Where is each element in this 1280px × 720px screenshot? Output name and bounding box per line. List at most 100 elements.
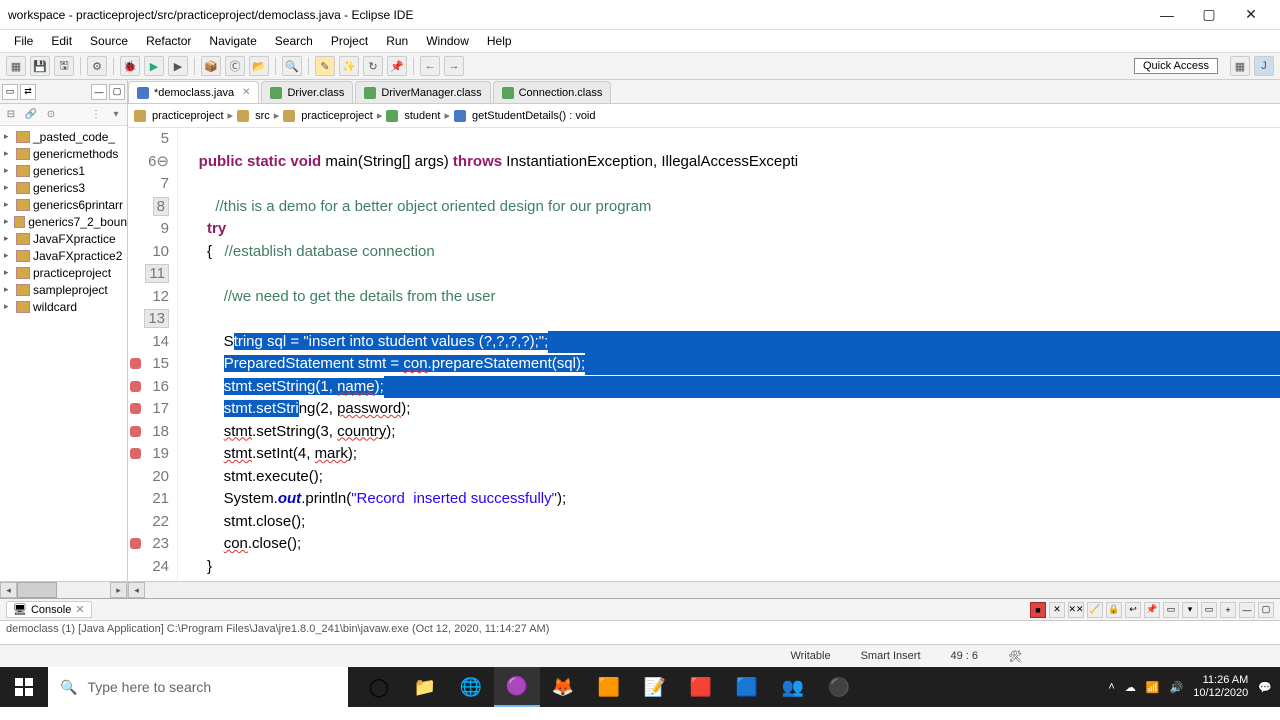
menu-project[interactable]: Project: [323, 32, 376, 50]
xampp-icon[interactable]: 🟧: [586, 667, 632, 707]
tree-item[interactable]: ▸JavaFXpractice2: [0, 247, 127, 264]
teams-icon[interactable]: 👥: [770, 667, 816, 707]
close-icon[interactable]: ✕: [75, 603, 84, 616]
menu-window[interactable]: Window: [418, 32, 477, 50]
system-tray[interactable]: ˄ ☁ 📶 🔊 11:26 AM 10/12/2020 💬: [1108, 674, 1280, 700]
code-line[interactable]: public static void main(String[] args) t…: [178, 151, 1280, 174]
eclipse-icon[interactable]: 🟣: [494, 667, 540, 707]
editor-tab[interactable]: Driver.class: [261, 81, 353, 103]
menu-run[interactable]: Run: [378, 32, 416, 50]
menu-help[interactable]: Help: [479, 32, 520, 50]
tree-item[interactable]: ▸_pasted_code_: [0, 128, 127, 145]
maximize-button[interactable]: ▢: [1188, 5, 1230, 25]
minimize-button[interactable]: —: [1146, 5, 1188, 25]
pin-button[interactable]: 📌: [387, 56, 407, 76]
clock[interactable]: 11:26 AM 10/12/2020: [1193, 674, 1248, 700]
build-button[interactable]: ⚙: [87, 56, 107, 76]
cortana-icon[interactable]: ◯: [356, 667, 402, 707]
code-line[interactable]: String sql = "insert into student values…: [178, 331, 1280, 354]
clear-console-button[interactable]: 🧹: [1087, 602, 1103, 618]
tree-item[interactable]: ▸wildcard: [0, 298, 127, 315]
breadcrumb-item[interactable]: src: [255, 110, 270, 122]
pe-link-icon[interactable]: ⇄: [20, 84, 36, 100]
code-line[interactable]: con.close();: [178, 533, 1280, 556]
save-all-button[interactable]: 🖫: [54, 56, 74, 76]
open-console-button[interactable]: ▾: [1182, 602, 1198, 618]
focus-icon[interactable]: ⊙: [42, 107, 60, 123]
tree-item[interactable]: ▸sampleproject: [0, 281, 127, 298]
close-button[interactable]: ✕: [1230, 5, 1272, 25]
terminate-button[interactable]: ■: [1030, 602, 1046, 618]
display-button[interactable]: ▭: [1163, 602, 1179, 618]
refresh-button[interactable]: ↻: [363, 56, 383, 76]
coverage-button[interactable]: ▶: [168, 56, 188, 76]
editor-tab[interactable]: Connection.class: [493, 81, 612, 103]
code-line[interactable]: stmt.setString(1, name);: [178, 376, 1280, 399]
onedrive-icon[interactable]: ☁: [1125, 681, 1136, 694]
start-button[interactable]: [0, 667, 48, 707]
tree-item[interactable]: ▸generics1: [0, 162, 127, 179]
breadcrumb-item[interactable]: getStudentDetails() : void: [472, 110, 596, 122]
min-button[interactable]: —: [1239, 602, 1255, 618]
code-editor[interactable]: 56⊖789101112131415161718192021222324 pub…: [128, 128, 1280, 581]
close-icon[interactable]: ✕: [242, 87, 250, 98]
tree-item[interactable]: ▸generics6printarr: [0, 196, 127, 213]
link-editor-icon[interactable]: 🔗: [22, 107, 40, 123]
filters-icon[interactable]: ⋮: [87, 107, 105, 123]
tree-item[interactable]: ▸genericmethods: [0, 145, 127, 162]
menu-icon[interactable]: ▾: [107, 107, 125, 123]
explorer-icon[interactable]: 📁: [402, 667, 448, 707]
code-line[interactable]: { //establish database connection: [178, 241, 1280, 264]
notepad-icon[interactable]: 📝: [632, 667, 678, 707]
word-wrap-button[interactable]: ↩: [1125, 602, 1141, 618]
open-type-button[interactable]: 📂: [249, 56, 269, 76]
tree-item[interactable]: ▸JavaFXpractice: [0, 230, 127, 247]
java-perspective-button[interactable]: J: [1254, 56, 1274, 76]
code-line[interactable]: stmt.setString(2, password);: [178, 398, 1280, 421]
tray-up-icon[interactable]: ˄: [1108, 681, 1114, 693]
code-line[interactable]: try: [178, 218, 1280, 241]
wand-button[interactable]: ✨: [339, 56, 359, 76]
editor-tab[interactable]: DriverManager.class: [355, 81, 490, 103]
new-button[interactable]: ▦: [6, 56, 26, 76]
pe-max-icon[interactable]: ▢: [109, 84, 125, 100]
tree-item[interactable]: ▸practiceproject: [0, 264, 127, 281]
run-button[interactable]: ▶: [144, 56, 164, 76]
editor-tab[interactable]: *democlass.java✕: [128, 81, 259, 103]
breadcrumb-item[interactable]: practiceproject: [152, 110, 224, 122]
code-line[interactable]: stmt.execute();: [178, 466, 1280, 489]
max-button[interactable]: ▢: [1258, 602, 1274, 618]
menu-edit[interactable]: Edit: [43, 32, 80, 50]
forward-button[interactable]: →: [444, 56, 464, 76]
notifications-icon[interactable]: 💬: [1258, 681, 1272, 694]
open-perspective-button[interactable]: ▦: [1230, 56, 1250, 76]
menu-search[interactable]: Search: [267, 32, 321, 50]
volume-icon[interactable]: 🔊: [1170, 681, 1184, 694]
scroll-lock-button[interactable]: 🔒: [1106, 602, 1122, 618]
editor-h-scrollbar[interactable]: ◂ ▸: [128, 581, 1280, 598]
new-console-button[interactable]: +: [1220, 602, 1236, 618]
pe-h-scrollbar[interactable]: ◂ ▸: [0, 581, 127, 598]
toggle-mark-button[interactable]: ✎: [315, 56, 335, 76]
new-class-button[interactable]: Ⓒ: [225, 56, 245, 76]
code-line[interactable]: [178, 128, 1280, 151]
code-line[interactable]: stmt.setString(3, country);: [178, 421, 1280, 444]
tree-item[interactable]: ▸generics3: [0, 179, 127, 196]
pe-view-menu-icon[interactable]: ▭: [2, 84, 18, 100]
remove-launch-button[interactable]: ✕: [1049, 602, 1065, 618]
menu-refactor[interactable]: Refactor: [138, 32, 199, 50]
breadcrumb[interactable]: practiceproject▸src▸practiceproject▸stud…: [128, 104, 1280, 128]
tree-item[interactable]: ▸generics7_2_boun: [0, 213, 127, 230]
back-button[interactable]: ←: [420, 56, 440, 76]
pin-console-button[interactable]: 📌: [1144, 602, 1160, 618]
console-tab[interactable]: 🖥 Console ✕: [6, 601, 92, 618]
code-line[interactable]: PreparedStatement stmt = con.prepareStat…: [178, 353, 1280, 376]
code-line[interactable]: //we need to get the details from the us…: [178, 286, 1280, 309]
new-package-button[interactable]: 📦: [201, 56, 221, 76]
code-line[interactable]: //this is a demo for a better object ori…: [178, 196, 1280, 219]
code-line[interactable]: [178, 263, 1280, 286]
edge-icon[interactable]: 🌐: [448, 667, 494, 707]
obs-icon[interactable]: ⚫: [816, 667, 862, 707]
console2-button[interactable]: ▭: [1201, 602, 1217, 618]
menu-file[interactable]: File: [6, 32, 41, 50]
